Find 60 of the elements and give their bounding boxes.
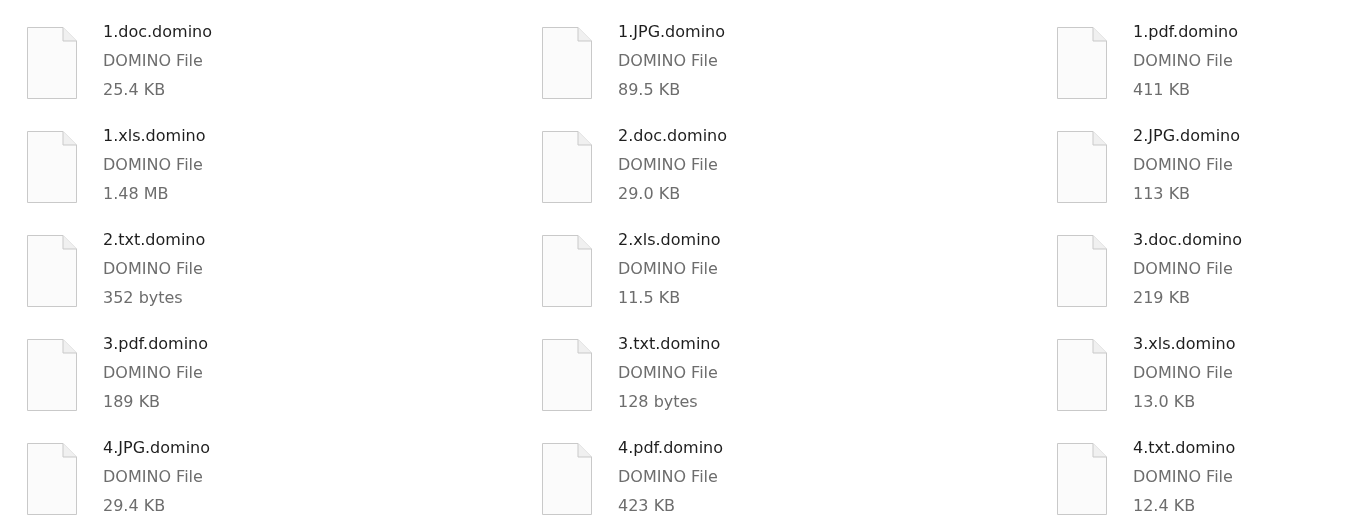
file-icon[interactable]	[542, 131, 592, 203]
file-type: DOMINO File	[103, 466, 203, 488]
file-icon[interactable]	[27, 235, 77, 307]
file-type: DOMINO File	[1133, 466, 1233, 488]
file-size: 1.48 MB	[103, 183, 169, 205]
file-icon[interactable]	[542, 443, 592, 515]
file-type: DOMINO File	[618, 258, 718, 280]
file-size: 189 KB	[103, 391, 161, 413]
file-name[interactable]: 2.doc.domino	[618, 121, 727, 150]
file-name[interactable]: 1.xls.domino	[103, 121, 206, 150]
file-type: DOMINO File	[1133, 50, 1233, 72]
file-type: DOMINO File	[103, 50, 203, 72]
file-name[interactable]: 1.JPG.domino	[618, 17, 726, 46]
file-name[interactable]: 4.JPG.domino	[103, 433, 211, 462]
file-size: 25.4 KB	[103, 79, 166, 101]
file-icon[interactable]	[27, 339, 77, 411]
file-size: 13.0 KB	[1133, 391, 1196, 413]
file-type: DOMINO File	[103, 154, 203, 176]
file-type: DOMINO File	[1133, 258, 1233, 280]
file-size: 29.4 KB	[103, 495, 166, 517]
file-name[interactable]: 3.doc.domino	[1133, 225, 1242, 254]
file-name[interactable]: 3.xls.domino	[1133, 329, 1236, 358]
file-name[interactable]: 2.xls.domino	[618, 225, 721, 254]
file-type: DOMINO File	[103, 362, 203, 384]
file-name[interactable]: 4.txt.domino	[1133, 433, 1236, 462]
file-icon[interactable]	[1057, 443, 1107, 515]
file-size: 411 KB	[1133, 79, 1191, 101]
file-size: 29.0 KB	[618, 183, 681, 205]
file-name[interactable]: 2.JPG.domino	[1133, 121, 1241, 150]
file-type: DOMINO File	[618, 362, 718, 384]
file-type: DOMINO File	[618, 466, 718, 488]
file-type: DOMINO File	[1133, 154, 1233, 176]
file-name[interactable]: 3.txt.domino	[618, 329, 721, 358]
file-icon[interactable]	[1057, 131, 1107, 203]
file-icon[interactable]	[27, 131, 77, 203]
file-icon[interactable]	[542, 27, 592, 99]
file-size: 423 KB	[618, 495, 676, 517]
file-size: 113 KB	[1133, 183, 1191, 205]
file-size: 11.5 KB	[618, 287, 681, 309]
file-icon[interactable]	[1057, 339, 1107, 411]
file-icon[interactable]	[1057, 27, 1107, 99]
file-name[interactable]: 3.pdf.domino	[103, 329, 209, 358]
file-icon[interactable]	[27, 443, 77, 515]
file-size: 352 bytes	[103, 287, 183, 309]
file-size: 89.5 KB	[618, 79, 681, 101]
file-name[interactable]: 1.doc.domino	[103, 17, 212, 46]
file-size: 219 KB	[1133, 287, 1191, 309]
file-type: DOMINO File	[618, 50, 718, 72]
file-type: DOMINO File	[1133, 362, 1233, 384]
file-type: DOMINO File	[103, 258, 203, 280]
file-size: 12.4 KB	[1133, 495, 1196, 517]
file-icon[interactable]	[542, 235, 592, 307]
file-name[interactable]: 2.txt.domino	[103, 225, 206, 254]
file-size: 128 bytes	[618, 391, 698, 413]
file-type: DOMINO File	[618, 154, 718, 176]
file-icon[interactable]	[27, 27, 77, 99]
file-icon[interactable]	[1057, 235, 1107, 307]
file-name[interactable]: 4.pdf.domino	[618, 433, 724, 462]
file-icon[interactable]	[542, 339, 592, 411]
file-name[interactable]: 1.pdf.domino	[1133, 17, 1239, 46]
